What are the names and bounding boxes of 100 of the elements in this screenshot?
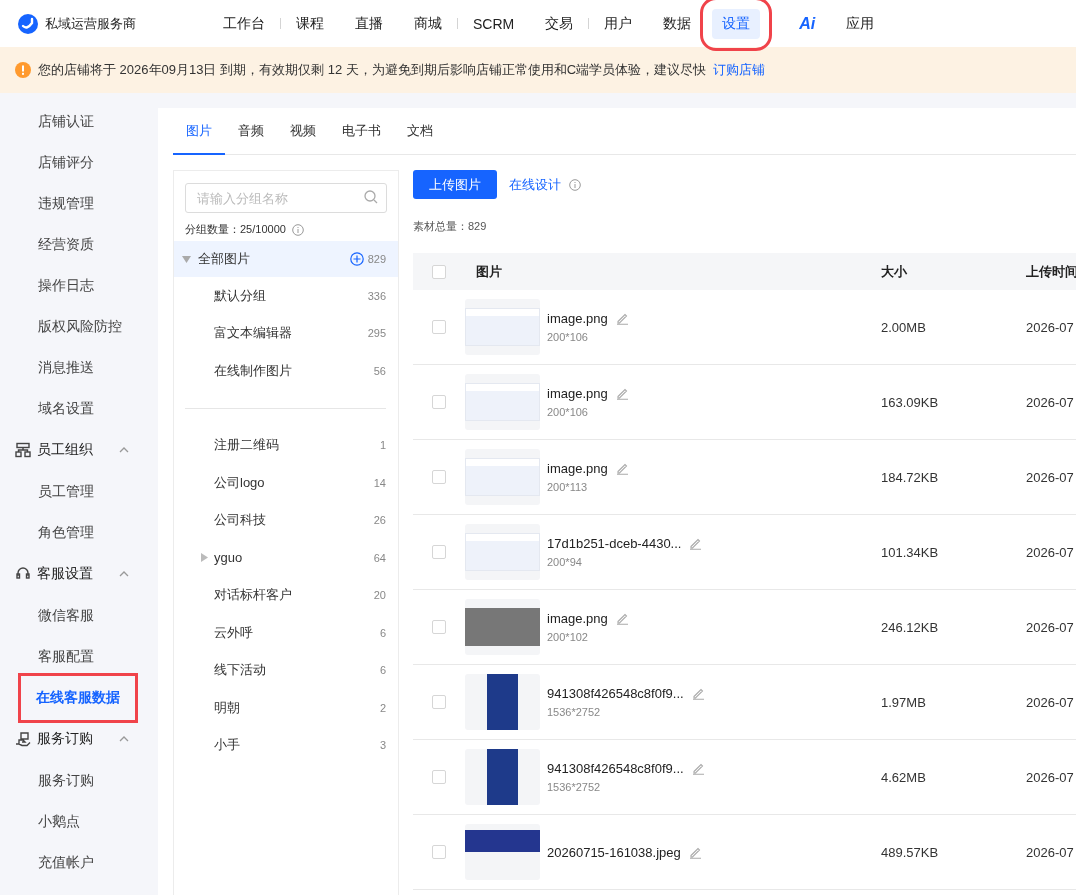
nav-item[interactable]: 设置 <box>712 8 761 39</box>
table-cell: 2026-07 <box>1026 394 1074 410</box>
group-name: 明朝 <box>214 698 241 717</box>
sidebar-item[interactable]: 店铺认证 <box>0 101 158 142</box>
add-icon[interactable] <box>349 252 364 266</box>
table-cell: 2026-07 <box>1026 469 1074 485</box>
file-name: 941308f426548c8f0f9... <box>547 761 684 776</box>
sidebar-item[interactable]: 小鹅点 <box>0 801 158 842</box>
image-dimensions: 200*113 <box>547 481 589 493</box>
group-count: 14 <box>373 476 386 489</box>
sidebar-item[interactable]: 微信客服 <box>0 595 158 636</box>
group-count: 336 <box>367 289 386 302</box>
order-store-link[interactable]: 订购店铺 <box>713 61 766 79</box>
group-item[interactable]: 小手 3 <box>174 726 398 764</box>
edit-icon[interactable] <box>688 845 702 859</box>
online-design-link[interactable]: 在线设计 <box>509 175 561 194</box>
image-dimensions: 1536*2752 <box>547 706 602 718</box>
group-name: 公司科技 <box>214 511 267 530</box>
table-cell-text: 246.12KB <box>881 619 940 635</box>
sidebar-item[interactable]: 消息推送 <box>0 347 158 388</box>
group-count: 295 <box>367 327 386 340</box>
row-checkbox[interactable] <box>432 695 446 709</box>
search-field[interactable]: 请输入分组名称 <box>185 183 387 213</box>
table-cell: 2026-07 <box>1026 844 1074 860</box>
nav-item[interactable]: 工作台 <box>213 8 275 39</box>
group-count: 26 <box>373 514 386 527</box>
sidebar-item[interactable]: 角色管理 <box>0 512 158 553</box>
nav-item[interactable]: SCRM <box>463 9 525 38</box>
group-item[interactable]: 注册二维码 1 <box>174 426 398 464</box>
sidebar-item[interactable]: 服务订购 <box>0 760 158 801</box>
group-item[interactable]: 云外呼 6 <box>174 614 398 652</box>
group-item[interactable]: yguo 64 <box>174 539 398 577</box>
nav-item[interactable]: 交易 <box>535 8 584 39</box>
group-item[interactable]: 全部图片 829 <box>174 241 398 277</box>
edit-icon[interactable] <box>691 687 705 700</box>
edit-icon[interactable] <box>615 312 629 325</box>
group-item[interactable]: 对话标杆客户 20 <box>174 576 398 614</box>
group-count: 6 <box>379 664 386 677</box>
notice-text: 您的店铺将于 2026年09月13日 到期，有效期仅剩 12 天，为避免到期后影响店铺正常使用和C端学员体验，建议尽快 <box>38 61 707 79</box>
edit-icon[interactable] <box>615 387 629 400</box>
group-item[interactable]: 在线制作图片 56 <box>174 352 398 390</box>
file-name: image.png <box>547 461 608 476</box>
group-count: 20 <box>373 589 386 602</box>
caret-icon[interactable] <box>201 553 208 563</box>
select-all-checkbox[interactable] <box>432 264 446 279</box>
nav-item[interactable]: 数据 <box>653 8 702 39</box>
group-item[interactable]: 富文本编辑器 295 <box>174 314 398 352</box>
sidebar-item[interactable]: 经营资质 <box>0 224 158 265</box>
row-checkbox[interactable] <box>432 320 446 334</box>
nav-item[interactable]: 直播 <box>345 8 393 39</box>
tab[interactable]: 文档 <box>394 108 446 155</box>
sidebar-item[interactable]: 员工管理 <box>0 471 158 512</box>
sidebar-item[interactable]: 版权风险防控 <box>0 306 158 347</box>
group-count: 64 <box>373 551 386 564</box>
image-dimensions: 200*94 <box>547 556 583 568</box>
row-checkbox[interactable] <box>432 395 446 409</box>
table-cell-text: 489.57KB <box>881 844 940 860</box>
edit-icon[interactable] <box>691 762 705 775</box>
nav-item[interactable]: 商城 <box>404 8 452 39</box>
tab[interactable]: 电子书 <box>329 108 394 155</box>
file-name: 941308f426548c8f0f9... <box>547 686 684 701</box>
chevron-icon[interactable] <box>119 571 129 577</box>
row-checkbox[interactable] <box>432 620 446 634</box>
upload-button[interactable]: 上传图片 <box>413 170 497 199</box>
group-name: 富文本编辑器 <box>214 324 293 343</box>
row-checkbox[interactable] <box>432 470 446 484</box>
group-item[interactable]: 明朝 2 <box>174 689 398 727</box>
nav-item[interactable]: 用户 <box>594 8 643 39</box>
sidebar-item[interactable]: 店铺评分 <box>0 142 158 183</box>
row-checkbox[interactable] <box>432 545 446 559</box>
sidebar-item[interactable]: 域名设置 <box>0 388 158 429</box>
sidebar-group-title[interactable]: 服务订购 <box>37 730 101 748</box>
edit-icon[interactable] <box>615 612 629 625</box>
row-checkbox[interactable] <box>432 845 446 859</box>
nav-item[interactable]: 课程 <box>286 8 334 39</box>
group-item[interactable]: 公司科技 26 <box>174 501 398 539</box>
tab[interactable]: 视频 <box>277 108 329 155</box>
nav-item[interactable]: 应用 <box>836 8 885 39</box>
tab[interactable]: 音频 <box>225 108 277 155</box>
sidebar-item[interactable]: 操作日志 <box>0 265 158 306</box>
ai-nav-item[interactable]: Ai <box>789 8 826 39</box>
sidebar-item[interactable]: 违规管理 <box>0 183 158 224</box>
group-item[interactable]: 默认分组 336 <box>174 277 398 315</box>
sidebar-group-title[interactable]: 客服设置 <box>37 565 101 583</box>
row-checkbox[interactable] <box>432 770 446 784</box>
group-item[interactable]: 线下活动 6 <box>174 651 398 689</box>
edit-icon[interactable] <box>689 537 703 550</box>
tab[interactable]: 图片 <box>173 108 225 155</box>
caret-icon <box>182 255 191 263</box>
chevron-icon[interactable] <box>119 447 129 453</box>
sidebar-group-title[interactable]: 员工组织 <box>37 441 101 459</box>
group-item[interactable]: 公司logo 14 <box>174 464 398 502</box>
edit-icon[interactable] <box>615 462 629 475</box>
image-dimensions: 200*102 <box>547 631 589 643</box>
table-cell: 2026-07 <box>1026 694 1074 710</box>
group-name: 线下活动 <box>214 661 267 680</box>
chevron-icon[interactable] <box>119 736 129 742</box>
group-count: 2 <box>379 701 386 714</box>
sidebar-item[interactable]: 充值帐户 <box>0 842 158 883</box>
group-name: 云外呼 <box>214 623 254 642</box>
